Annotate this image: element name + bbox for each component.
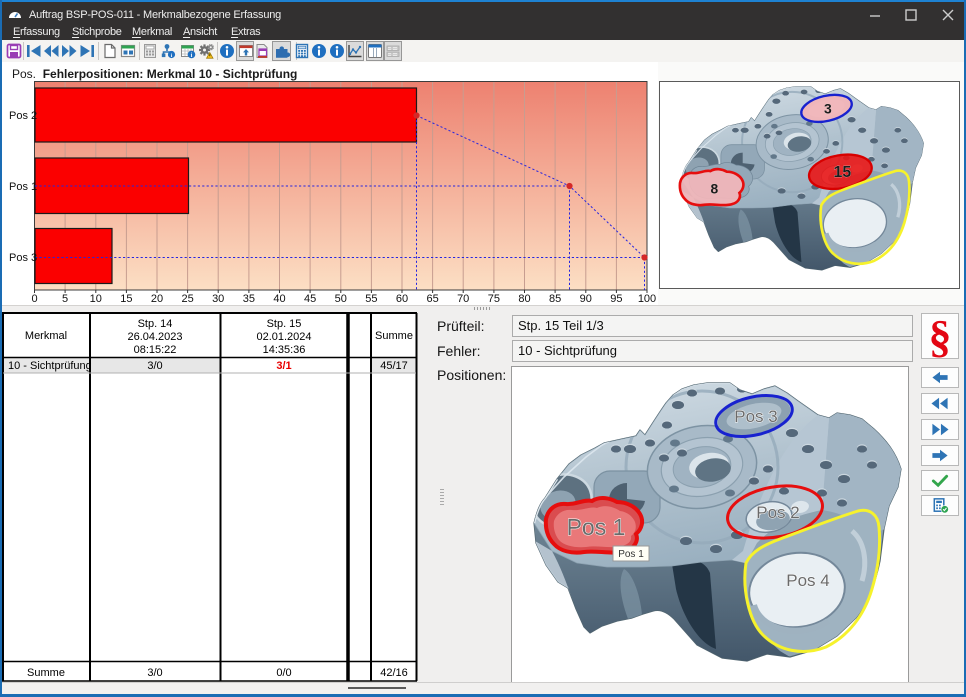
svg-text:15: 15 bbox=[834, 164, 852, 181]
svg-text:65: 65 bbox=[426, 293, 438, 305]
svg-text:45: 45 bbox=[304, 293, 316, 305]
svg-text:50: 50 bbox=[335, 293, 347, 305]
svg-text:3/1: 3/1 bbox=[276, 360, 291, 372]
svg-text:30: 30 bbox=[212, 293, 224, 305]
svg-text:Pos 3: Pos 3 bbox=[734, 407, 777, 426]
svg-text:3/0: 3/0 bbox=[147, 667, 162, 679]
svg-text:8: 8 bbox=[710, 181, 718, 197]
svg-text:Pos 1: Pos 1 bbox=[9, 181, 37, 193]
svg-text:Stp. 15: Stp. 15 bbox=[267, 318, 302, 330]
svg-text:90: 90 bbox=[580, 293, 592, 305]
svg-text:Pos 2: Pos 2 bbox=[756, 503, 799, 522]
svg-text:80: 80 bbox=[518, 293, 530, 305]
svg-text:10 - Sichtprüfung: 10 - Sichtprüfung bbox=[8, 360, 92, 372]
svg-text:Summe: Summe bbox=[375, 330, 413, 342]
svg-text:35: 35 bbox=[243, 293, 255, 305]
svg-text:100: 100 bbox=[638, 293, 656, 305]
svg-text:08:15:22: 08:15:22 bbox=[134, 344, 177, 356]
svg-text:70: 70 bbox=[457, 293, 469, 305]
svg-text:75: 75 bbox=[488, 293, 500, 305]
svg-text:3/0: 3/0 bbox=[147, 360, 162, 372]
svg-text:40: 40 bbox=[273, 293, 285, 305]
svg-text:85: 85 bbox=[549, 293, 561, 305]
svg-text:95: 95 bbox=[610, 293, 622, 305]
svg-text:26.04.2023: 26.04.2023 bbox=[127, 331, 182, 343]
svg-text:Stp. 14: Stp. 14 bbox=[138, 318, 173, 330]
svg-text:14:35:36: 14:35:36 bbox=[263, 344, 306, 356]
svg-text:Pos 2: Pos 2 bbox=[9, 110, 37, 122]
svg-text:55: 55 bbox=[365, 293, 377, 305]
svg-text:Merkmal: Merkmal bbox=[25, 330, 67, 342]
svg-text:Pos 4: Pos 4 bbox=[786, 571, 829, 590]
svg-text:Pos 1: Pos 1 bbox=[618, 549, 644, 560]
svg-text:3: 3 bbox=[824, 101, 832, 117]
svg-text:60: 60 bbox=[396, 293, 408, 305]
svg-text:0/0: 0/0 bbox=[276, 667, 291, 679]
svg-text:Pos 3: Pos 3 bbox=[9, 252, 37, 264]
svg-text:45/17: 45/17 bbox=[380, 360, 408, 372]
svg-text:Summe: Summe bbox=[27, 667, 65, 679]
svg-text:02.01.2024: 02.01.2024 bbox=[256, 331, 311, 343]
svg-text:42/16: 42/16 bbox=[380, 667, 408, 679]
svg-text:25: 25 bbox=[181, 293, 193, 305]
svg-text:0: 0 bbox=[31, 293, 37, 305]
svg-text:15: 15 bbox=[120, 293, 132, 305]
svg-text:10: 10 bbox=[90, 293, 102, 305]
svg-text:20: 20 bbox=[151, 293, 163, 305]
svg-text:5: 5 bbox=[62, 293, 68, 305]
svg-text:Pos 1: Pos 1 bbox=[567, 514, 626, 540]
